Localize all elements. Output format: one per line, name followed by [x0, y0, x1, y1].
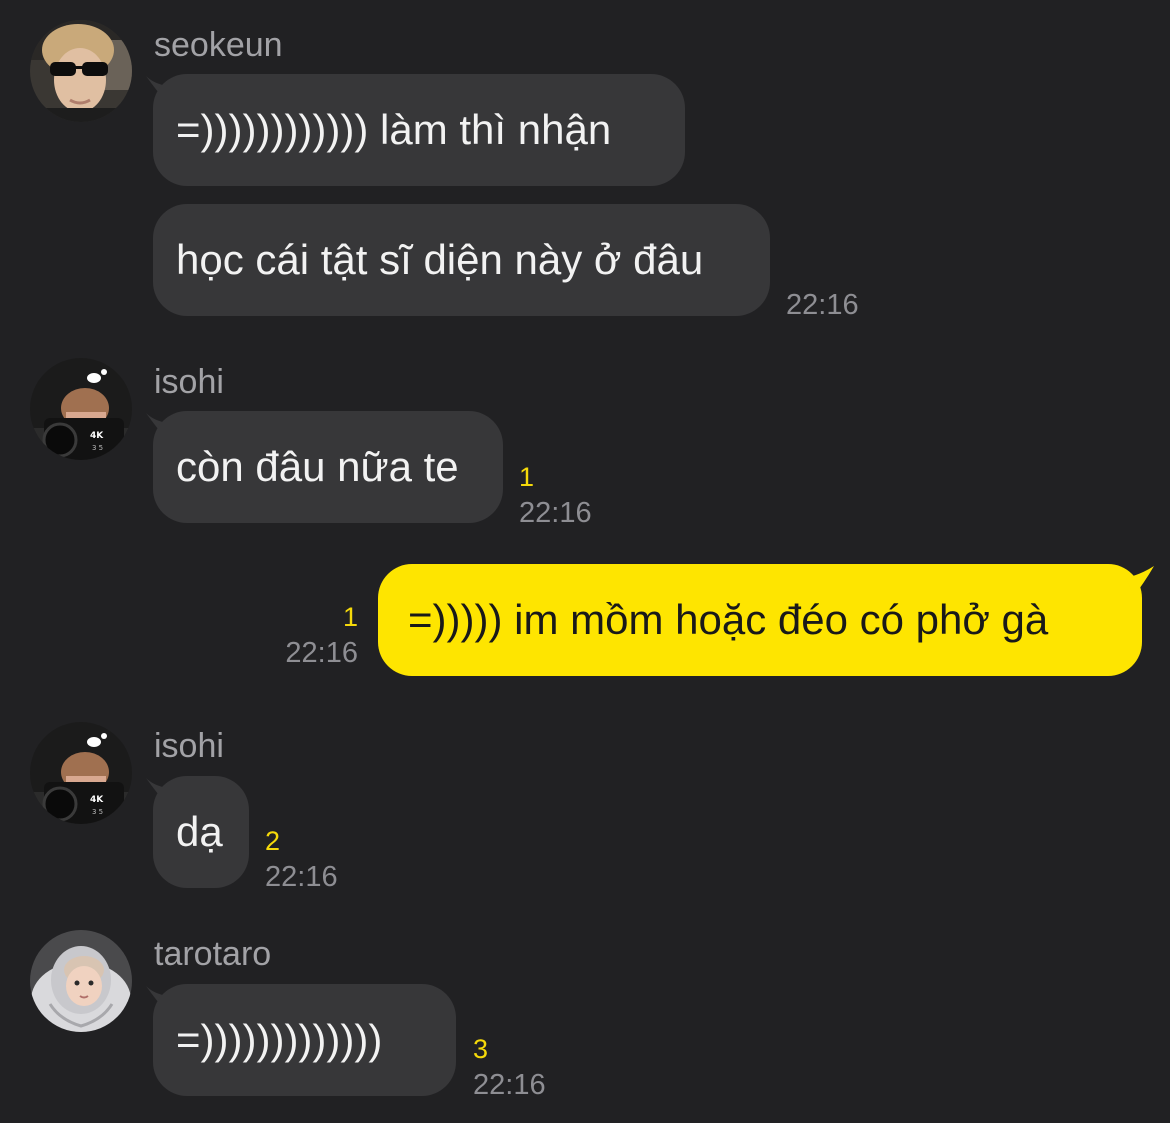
- avatar-hood-icon: [30, 930, 132, 1032]
- message-bubble[interactable]: =)))))))))))) làm thì nhận: [153, 74, 685, 186]
- message-bubble[interactable]: học cái tật sĩ diện này ở đâu: [153, 204, 770, 316]
- avatar[interactable]: 4K 3 5: [30, 358, 132, 460]
- message-time: 22:16: [519, 497, 592, 529]
- svg-text:3 5: 3 5: [92, 444, 103, 452]
- message-bubble[interactable]: =))))))))))))): [153, 984, 456, 1096]
- avatar[interactable]: [30, 20, 132, 122]
- bubble-tail: [1126, 566, 1154, 596]
- unread-count: 1: [519, 462, 535, 492]
- svg-text:4K: 4K: [90, 431, 104, 441]
- sender-name: isohi: [154, 363, 224, 401]
- message-time: 22:16: [473, 1069, 546, 1101]
- message-time: 22:16: [265, 861, 338, 893]
- message-bubble-outgoing[interactable]: =))))) im mồm hoặc đéo có phở gà: [378, 564, 1142, 676]
- svg-text:4K: 4K: [90, 795, 104, 805]
- unread-count: 2: [265, 826, 281, 856]
- message-bubble[interactable]: còn đâu nữa te: [153, 411, 503, 523]
- svg-text:3 5: 3 5: [92, 808, 103, 816]
- message-time: 22:16: [786, 289, 859, 321]
- message-bubble[interactable]: dạ: [153, 776, 249, 888]
- unread-count: 1: [342, 602, 358, 632]
- avatar-camera-icon: 4K 3 5: [30, 358, 132, 460]
- avatar-camera-icon: 4K 3 5: [30, 722, 132, 824]
- sender-name: isohi: [154, 727, 224, 765]
- avatar[interactable]: 4K 3 5: [30, 722, 132, 824]
- sender-name: seokeun: [154, 26, 283, 64]
- avatar-sunglasses-icon: [30, 20, 132, 122]
- message-time: 22:16: [285, 637, 358, 669]
- sender-name: tarotaro: [154, 935, 272, 973]
- unread-count: 3: [473, 1034, 489, 1064]
- avatar[interactable]: [30, 930, 132, 1032]
